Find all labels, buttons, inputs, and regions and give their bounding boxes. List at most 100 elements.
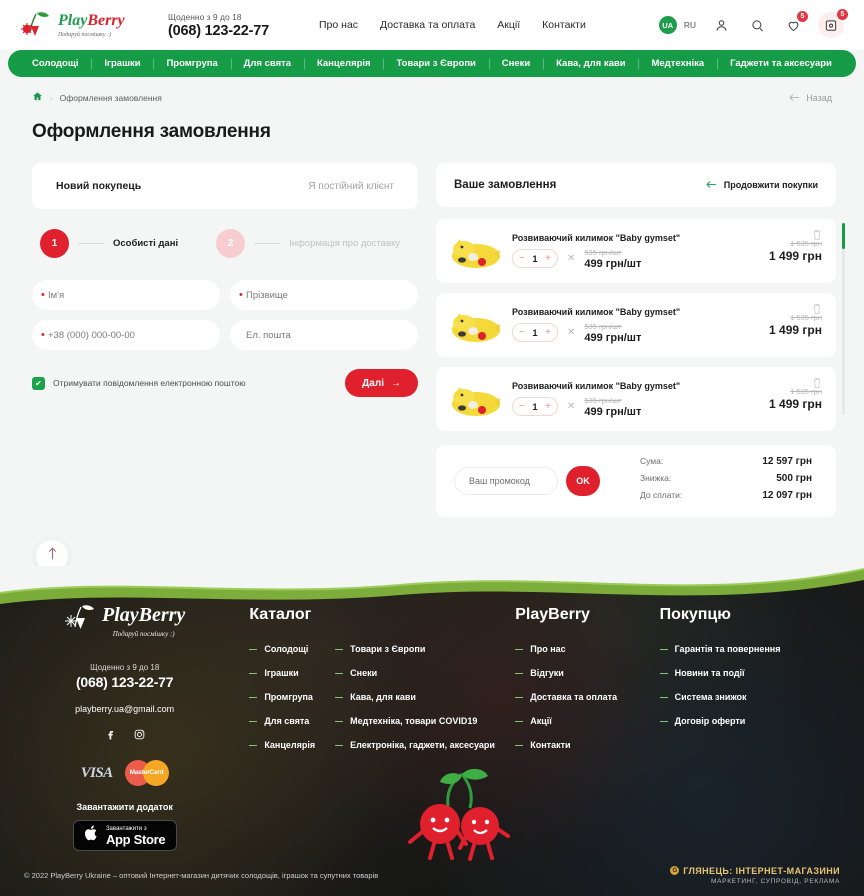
tab-new-customer[interactable]: Новий покупець: [56, 180, 141, 192]
first-name-field[interactable]: •: [32, 280, 220, 310]
footer-phone[interactable]: (068) 123-22-77: [24, 674, 225, 690]
footer-link[interactable]: Снеки: [350, 668, 377, 678]
footer-link[interactable]: Товари з Європи: [350, 644, 425, 654]
footer-link[interactable]: Контакти: [530, 740, 570, 750]
order-item-name[interactable]: Розвиваючий килимок "Baby gymset": [512, 381, 769, 391]
list-item[interactable]: Акції: [515, 716, 659, 726]
footer-link[interactable]: Іграшки: [264, 668, 298, 678]
order-items-scrollbar[interactable]: [842, 223, 845, 415]
list-item[interactable]: Договір оферти: [659, 716, 840, 726]
list-item[interactable]: Промгрупа: [249, 692, 315, 702]
quantity-increase[interactable]: +: [545, 253, 551, 264]
search-button[interactable]: [746, 14, 768, 36]
list-item[interactable]: Солодощі: [249, 644, 315, 654]
nav-item-delivery[interactable]: Доставка та оплата: [380, 19, 475, 31]
footer-logo[interactable]: PlayBerry Подаруй посмішку :): [24, 602, 225, 639]
instagram-icon[interactable]: [133, 728, 146, 746]
list-item[interactable]: Відгуки: [515, 668, 659, 678]
quantity-increase[interactable]: +: [545, 327, 551, 338]
facebook-icon[interactable]: [104, 728, 117, 746]
email-input[interactable]: [246, 329, 402, 341]
category-stationery[interactable]: Канцелярія: [311, 58, 377, 69]
language-switcher[interactable]: UA RU: [658, 16, 696, 34]
footer-email[interactable]: playberry.ua@gmail.com: [24, 704, 225, 714]
footer-link[interactable]: Кава, для кави: [350, 692, 416, 702]
lang-ru[interactable]: RU: [684, 20, 696, 30]
list-item[interactable]: Гарантія та повернення: [659, 644, 840, 654]
category-gadgets[interactable]: Гаджети та аксесуари: [724, 58, 838, 69]
list-item[interactable]: Система знижок: [659, 692, 840, 702]
quantity-decrease[interactable]: −: [519, 327, 525, 338]
category-sweets[interactable]: Солодощі: [26, 58, 85, 69]
category-promgroup[interactable]: Промгрупа: [160, 58, 223, 69]
list-item[interactable]: Кава, для кави: [335, 692, 495, 702]
quantity-stepper[interactable]: − 1 +: [512, 249, 558, 268]
footer-link[interactable]: Про нас: [530, 644, 565, 654]
back-link[interactable]: Назад: [789, 93, 832, 104]
step-2[interactable]: 2 Інформація про доставку: [216, 229, 400, 258]
nav-item-contacts[interactable]: Контакти: [542, 19, 586, 31]
last-name-field[interactable]: •: [230, 280, 418, 310]
lang-ua[interactable]: UA: [658, 16, 677, 34]
quantity-increase[interactable]: +: [545, 401, 551, 412]
app-store-button[interactable]: Завантажити з App Store: [72, 820, 177, 851]
footer-link[interactable]: Електроніка, гаджети, аксесуари: [350, 740, 495, 750]
last-name-input[interactable]: [246, 289, 402, 301]
product-thumbnail[interactable]: [450, 229, 502, 273]
order-item-name[interactable]: Розвиваючий килимок "Baby gymset": [512, 307, 769, 317]
footer-link[interactable]: Для свята: [264, 716, 309, 726]
email-subscribe-checkbox[interactable]: ✔ Отримувати повідомлення електронною по…: [32, 376, 246, 390]
list-item[interactable]: Про нас: [515, 644, 659, 654]
first-name-input[interactable]: [48, 289, 204, 301]
list-item[interactable]: Доставка та оплата: [515, 692, 659, 702]
footer-link[interactable]: Відгуки: [530, 668, 564, 678]
product-thumbnail[interactable]: [450, 377, 502, 421]
list-item[interactable]: Товари з Європи: [335, 644, 495, 654]
promo-code-input[interactable]: [454, 467, 558, 495]
trash-icon[interactable]: [812, 228, 822, 246]
list-item[interactable]: Контакти: [515, 740, 659, 750]
list-item[interactable]: Іграшки: [249, 668, 315, 678]
list-item[interactable]: Для свята: [249, 716, 315, 726]
footer-link[interactable]: Доставка та оплата: [530, 692, 617, 702]
quantity-decrease[interactable]: −: [519, 401, 525, 412]
trash-icon[interactable]: [812, 376, 822, 394]
footer-link[interactable]: Канцелярія: [264, 740, 315, 750]
list-item[interactable]: Снеки: [335, 668, 495, 678]
nav-item-promos[interactable]: Акції: [497, 19, 520, 31]
order-item-name[interactable]: Розвиваючий килимок "Baby gymset": [512, 233, 769, 243]
home-icon[interactable]: [32, 89, 43, 107]
site-logo[interactable]: PlayBerry Подаруй посмішку :): [20, 8, 140, 42]
footer-link[interactable]: Договір оферти: [675, 716, 746, 726]
category-europe[interactable]: Товари з Європи: [390, 58, 481, 69]
category-toys[interactable]: Іграшки: [98, 58, 146, 69]
category-snacks[interactable]: Снеки: [496, 58, 536, 69]
list-item[interactable]: Канцелярія: [249, 740, 315, 750]
scrollbar-thumb[interactable]: [842, 223, 845, 249]
category-medtech[interactable]: Медтехніка: [645, 58, 710, 69]
category-holiday[interactable]: Для свята: [238, 58, 297, 69]
phone-field[interactable]: •: [32, 320, 220, 350]
category-coffee[interactable]: Кава, для кави: [550, 58, 631, 69]
promo-apply-button[interactable]: OK: [566, 466, 600, 496]
product-thumbnail[interactable]: [450, 303, 502, 347]
account-button[interactable]: [710, 14, 732, 36]
header-phone[interactable]: (068) 123-22-77: [168, 23, 269, 39]
trash-icon[interactable]: [812, 302, 822, 320]
footer-link[interactable]: Солодощі: [264, 644, 308, 654]
phone-input[interactable]: [48, 329, 204, 341]
list-item[interactable]: Новини та події: [659, 668, 840, 678]
tab-returning-customer[interactable]: Я постійний клієнт: [308, 181, 394, 192]
agency-credit[interactable]: G ГЛЯНЕЦЬ: ІНТЕРНЕТ-МАГАЗИНИ МАРКЕТИНГ, …: [670, 866, 840, 885]
footer-link[interactable]: Гарантія та повернення: [675, 644, 781, 654]
quantity-stepper[interactable]: − 1 +: [512, 397, 558, 416]
cart-button[interactable]: 5: [818, 9, 848, 38]
list-item[interactable]: Медтехніка, товари COVID19: [335, 716, 495, 726]
nav-item-about[interactable]: Про нас: [319, 19, 358, 31]
list-item[interactable]: Електроніка, гаджети, аксесуари: [335, 740, 495, 750]
quantity-stepper[interactable]: − 1 +: [512, 323, 558, 342]
wishlist-button[interactable]: 5: [782, 11, 808, 36]
continue-shopping-link[interactable]: Продовжити покупки: [706, 180, 818, 191]
quantity-decrease[interactable]: −: [519, 253, 525, 264]
footer-link[interactable]: Акції: [530, 716, 552, 726]
